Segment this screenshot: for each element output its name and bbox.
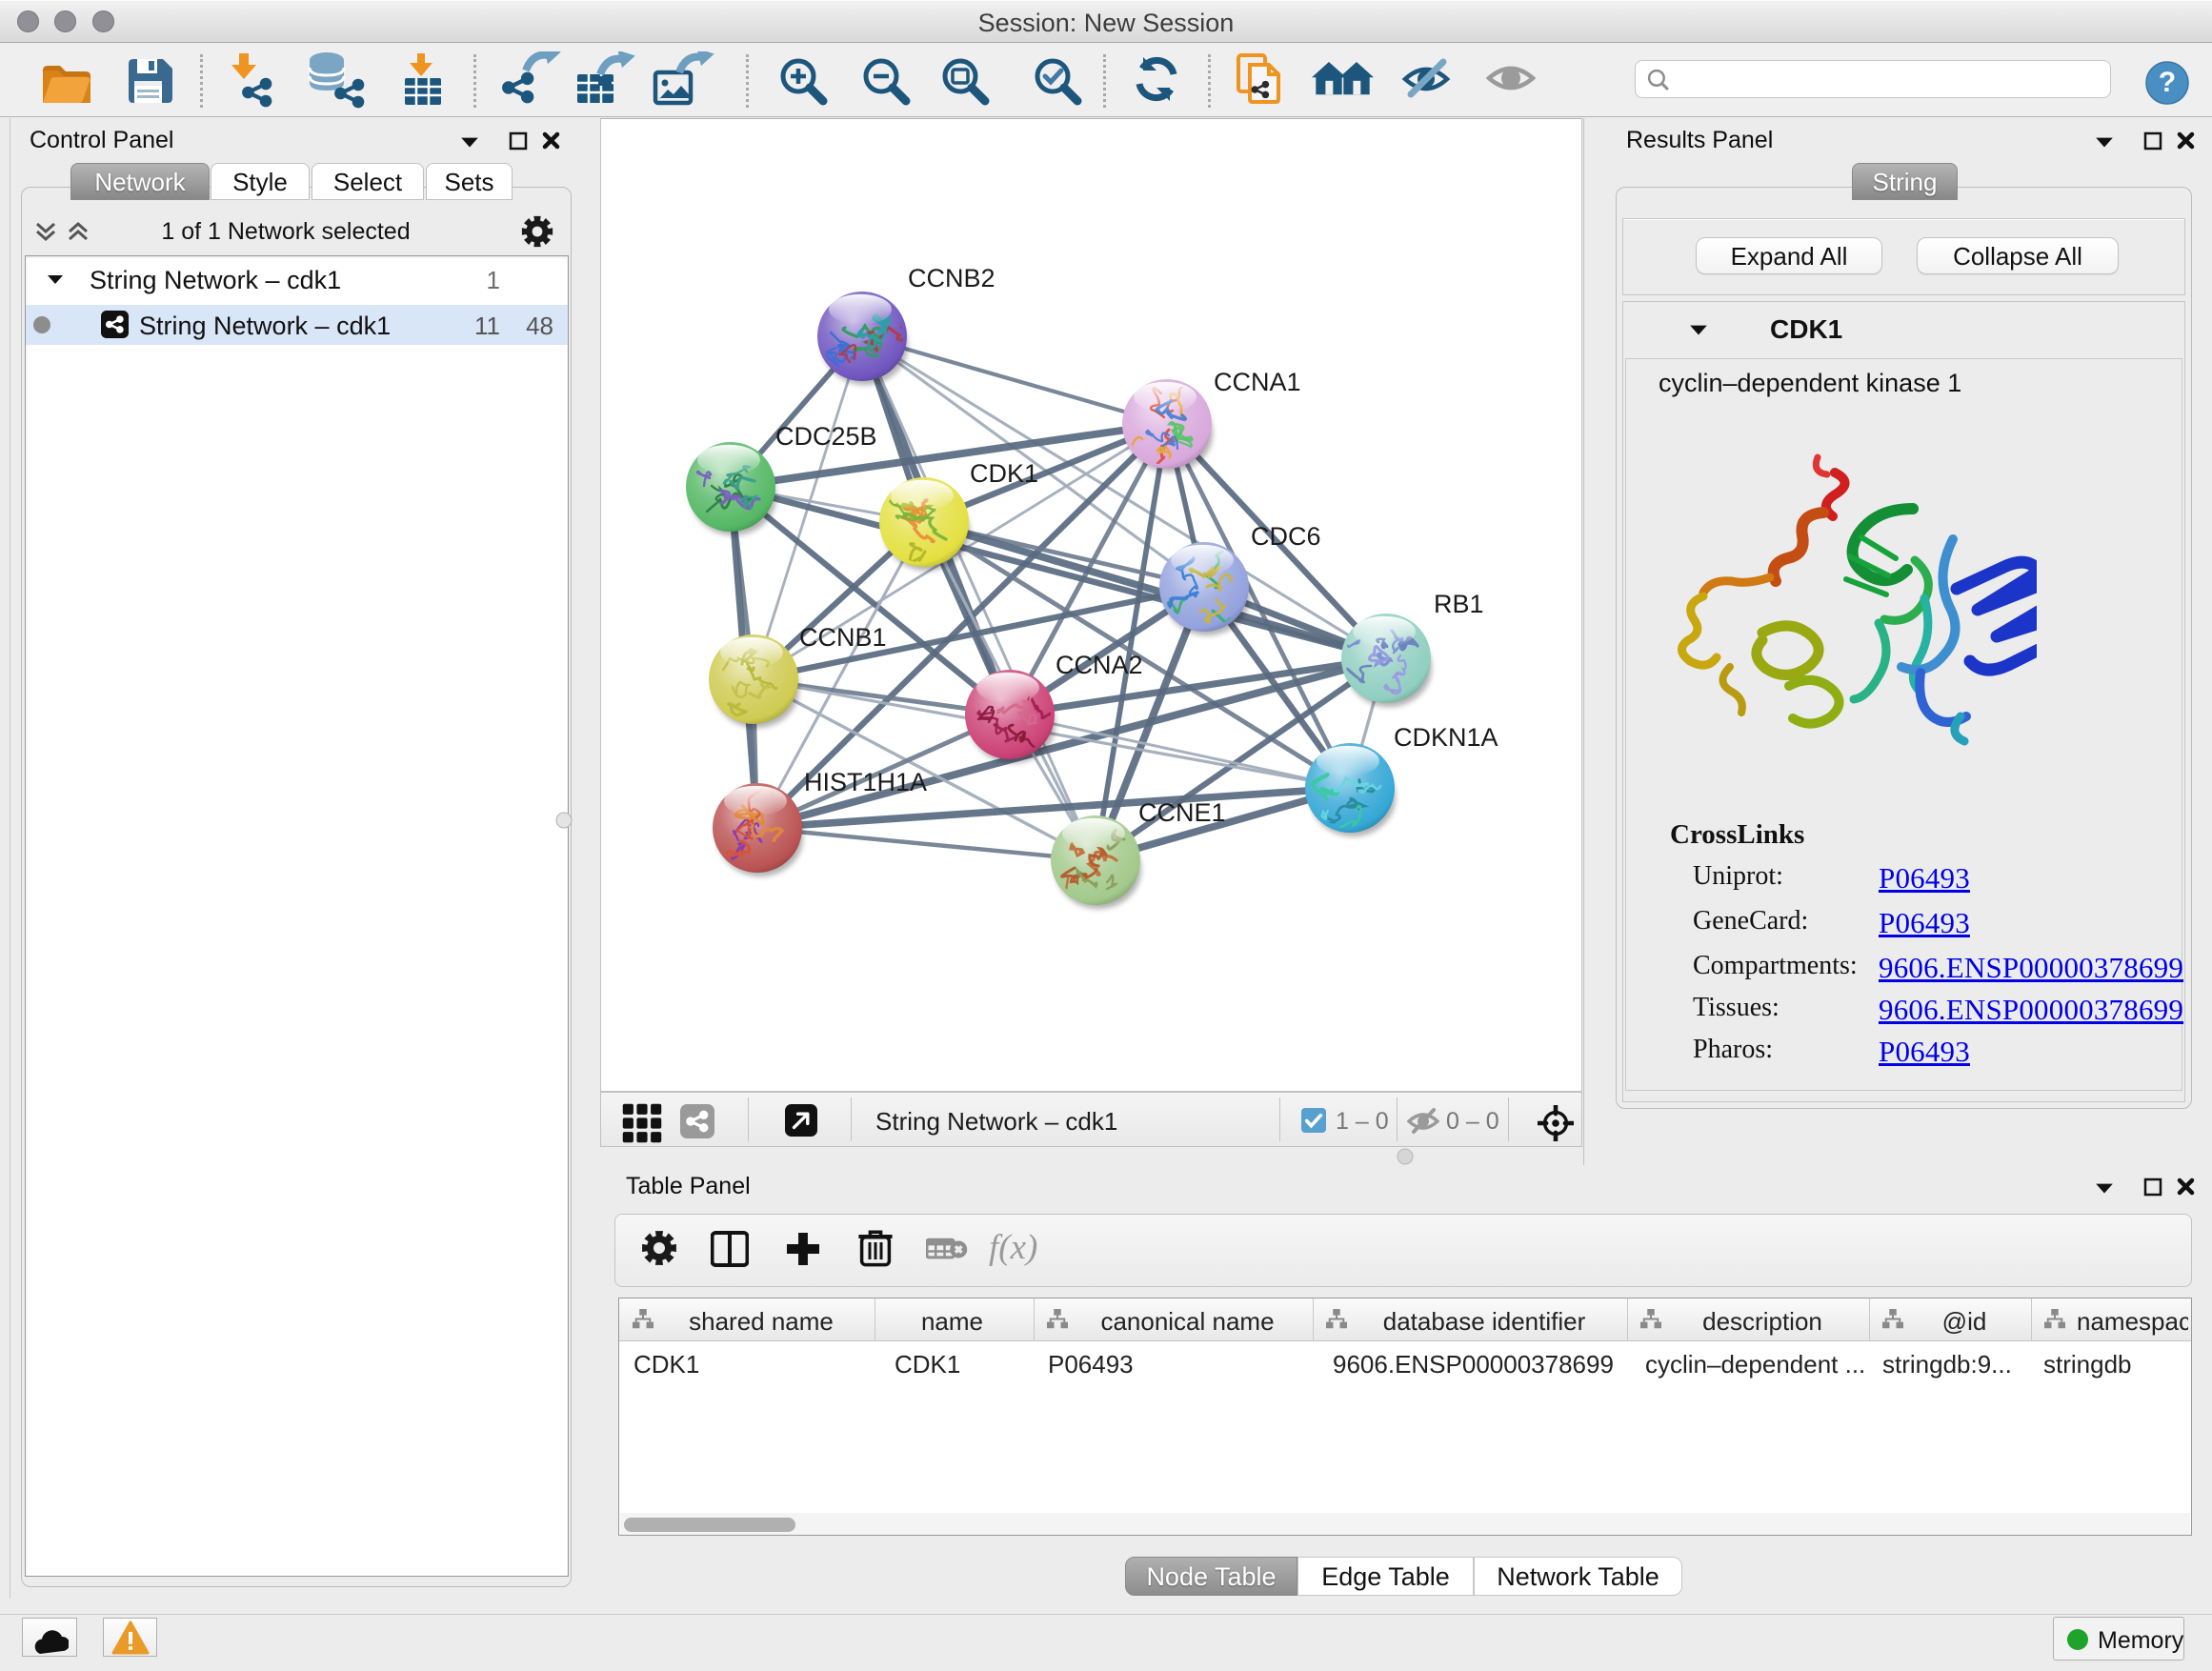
svg-text:HIST1H1A: HIST1H1A [804,768,927,796]
svg-text:CCNA1: CCNA1 [1214,368,1301,396]
svg-text:CCNA2: CCNA2 [1056,651,1143,679]
svg-text:CCNB2: CCNB2 [908,264,995,292]
svg-text:CDKN1A: CDKN1A [1394,723,1498,752]
svg-text:CCNB1: CCNB1 [799,623,887,652]
svg-text:?: ? [2159,67,2176,98]
svg-text:CDK1: CDK1 [970,459,1038,488]
svg-text:CDC25B: CDC25B [775,422,877,451]
svg-text:CCNE1: CCNE1 [1138,798,1226,827]
svg-text:CDC6: CDC6 [1251,522,1321,551]
svg-text:RB1: RB1 [1434,590,1484,618]
